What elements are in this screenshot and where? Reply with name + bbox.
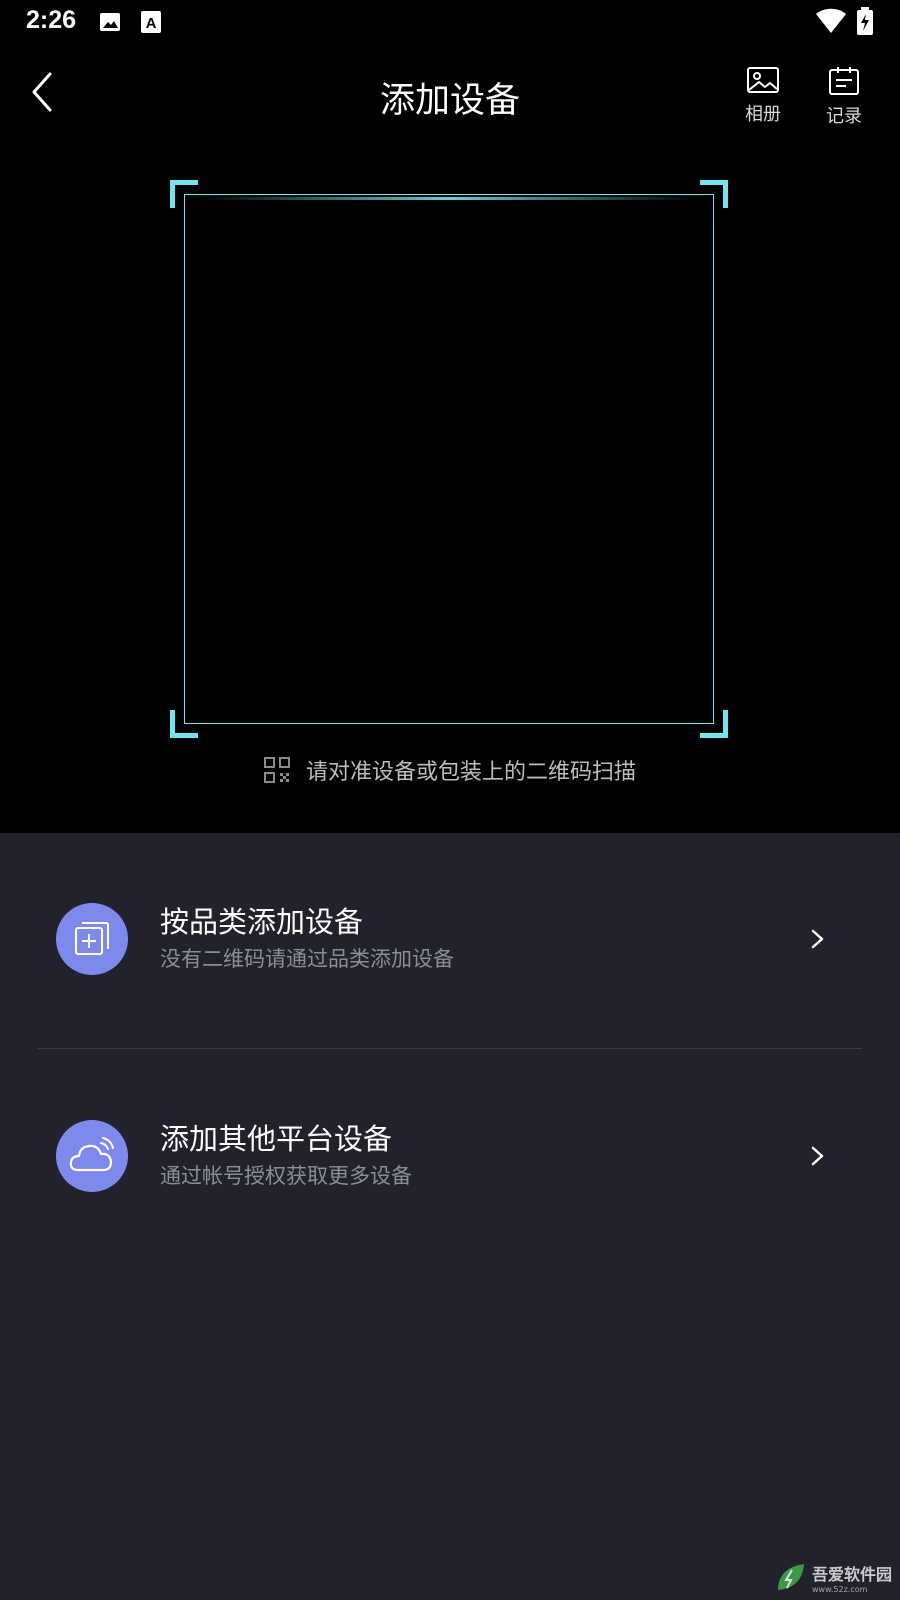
scan-line: [200, 197, 698, 200]
leaf-logo-icon: [777, 1564, 804, 1590]
records-label: 记录: [826, 106, 862, 127]
option-title: 添加其他平台设备: [160, 1122, 393, 1156]
add-category-icon: [75, 922, 109, 955]
records-button[interactable]: 记录: [814, 66, 874, 128]
chevron-right-icon: [811, 1146, 824, 1166]
svg-text:A: A: [146, 15, 157, 32]
divider: [38, 1048, 862, 1049]
add-by-category-option[interactable]: 按品类添加设备 没有二维码请通过品类添加设备: [0, 879, 900, 999]
status-time: 2:26: [26, 6, 77, 34]
watermark-url: www.52z.com: [811, 1584, 868, 1594]
gallery-label: 相册: [745, 104, 781, 125]
image-icon: [98, 10, 122, 38]
header: 添加设备 相册 记录: [0, 46, 900, 146]
gallery-button[interactable]: 相册: [733, 66, 793, 126]
qr-code-icon: [263, 757, 290, 783]
watermark-text: 吾爱软件园: [811, 1564, 892, 1584]
add-category-icon-badge: [56, 903, 128, 975]
wifi-icon: [816, 8, 846, 38]
cloud-icon: [69, 1137, 114, 1172]
font-a-icon: A: [140, 10, 162, 38]
scan-hint: 请对准设备或包装上的二维码扫描: [0, 754, 900, 787]
gallery-icon: [747, 67, 779, 93]
scanner-frame: [184, 194, 714, 724]
cloud-icon-badge: [56, 1120, 128, 1192]
option-subtitle: 通过帐号授权获取更多设备: [160, 1164, 412, 1188]
status-bar: 2:26 A: [0, 0, 900, 46]
add-other-platform-option[interactable]: 添加其他平台设备 通过帐号授权获取更多设备: [0, 1096, 900, 1216]
watermark: 吾爱软件园 www.52z.com: [774, 1560, 892, 1594]
qr-scanner-viewport: [170, 180, 728, 738]
calendar-record-icon: [829, 67, 859, 95]
option-title: 按品类添加设备: [160, 905, 364, 939]
option-subtitle: 没有二维码请通过品类添加设备: [160, 947, 454, 971]
add-options-panel: 按品类添加设备 没有二维码请通过品类添加设备 添加其他平台设备 通过帐号授权获取…: [0, 833, 900, 1600]
chevron-right-icon: [811, 929, 824, 949]
scan-hint-text: 请对准设备或包装上的二维码扫描: [305, 760, 636, 785]
battery-charging-icon: [857, 7, 873, 39]
